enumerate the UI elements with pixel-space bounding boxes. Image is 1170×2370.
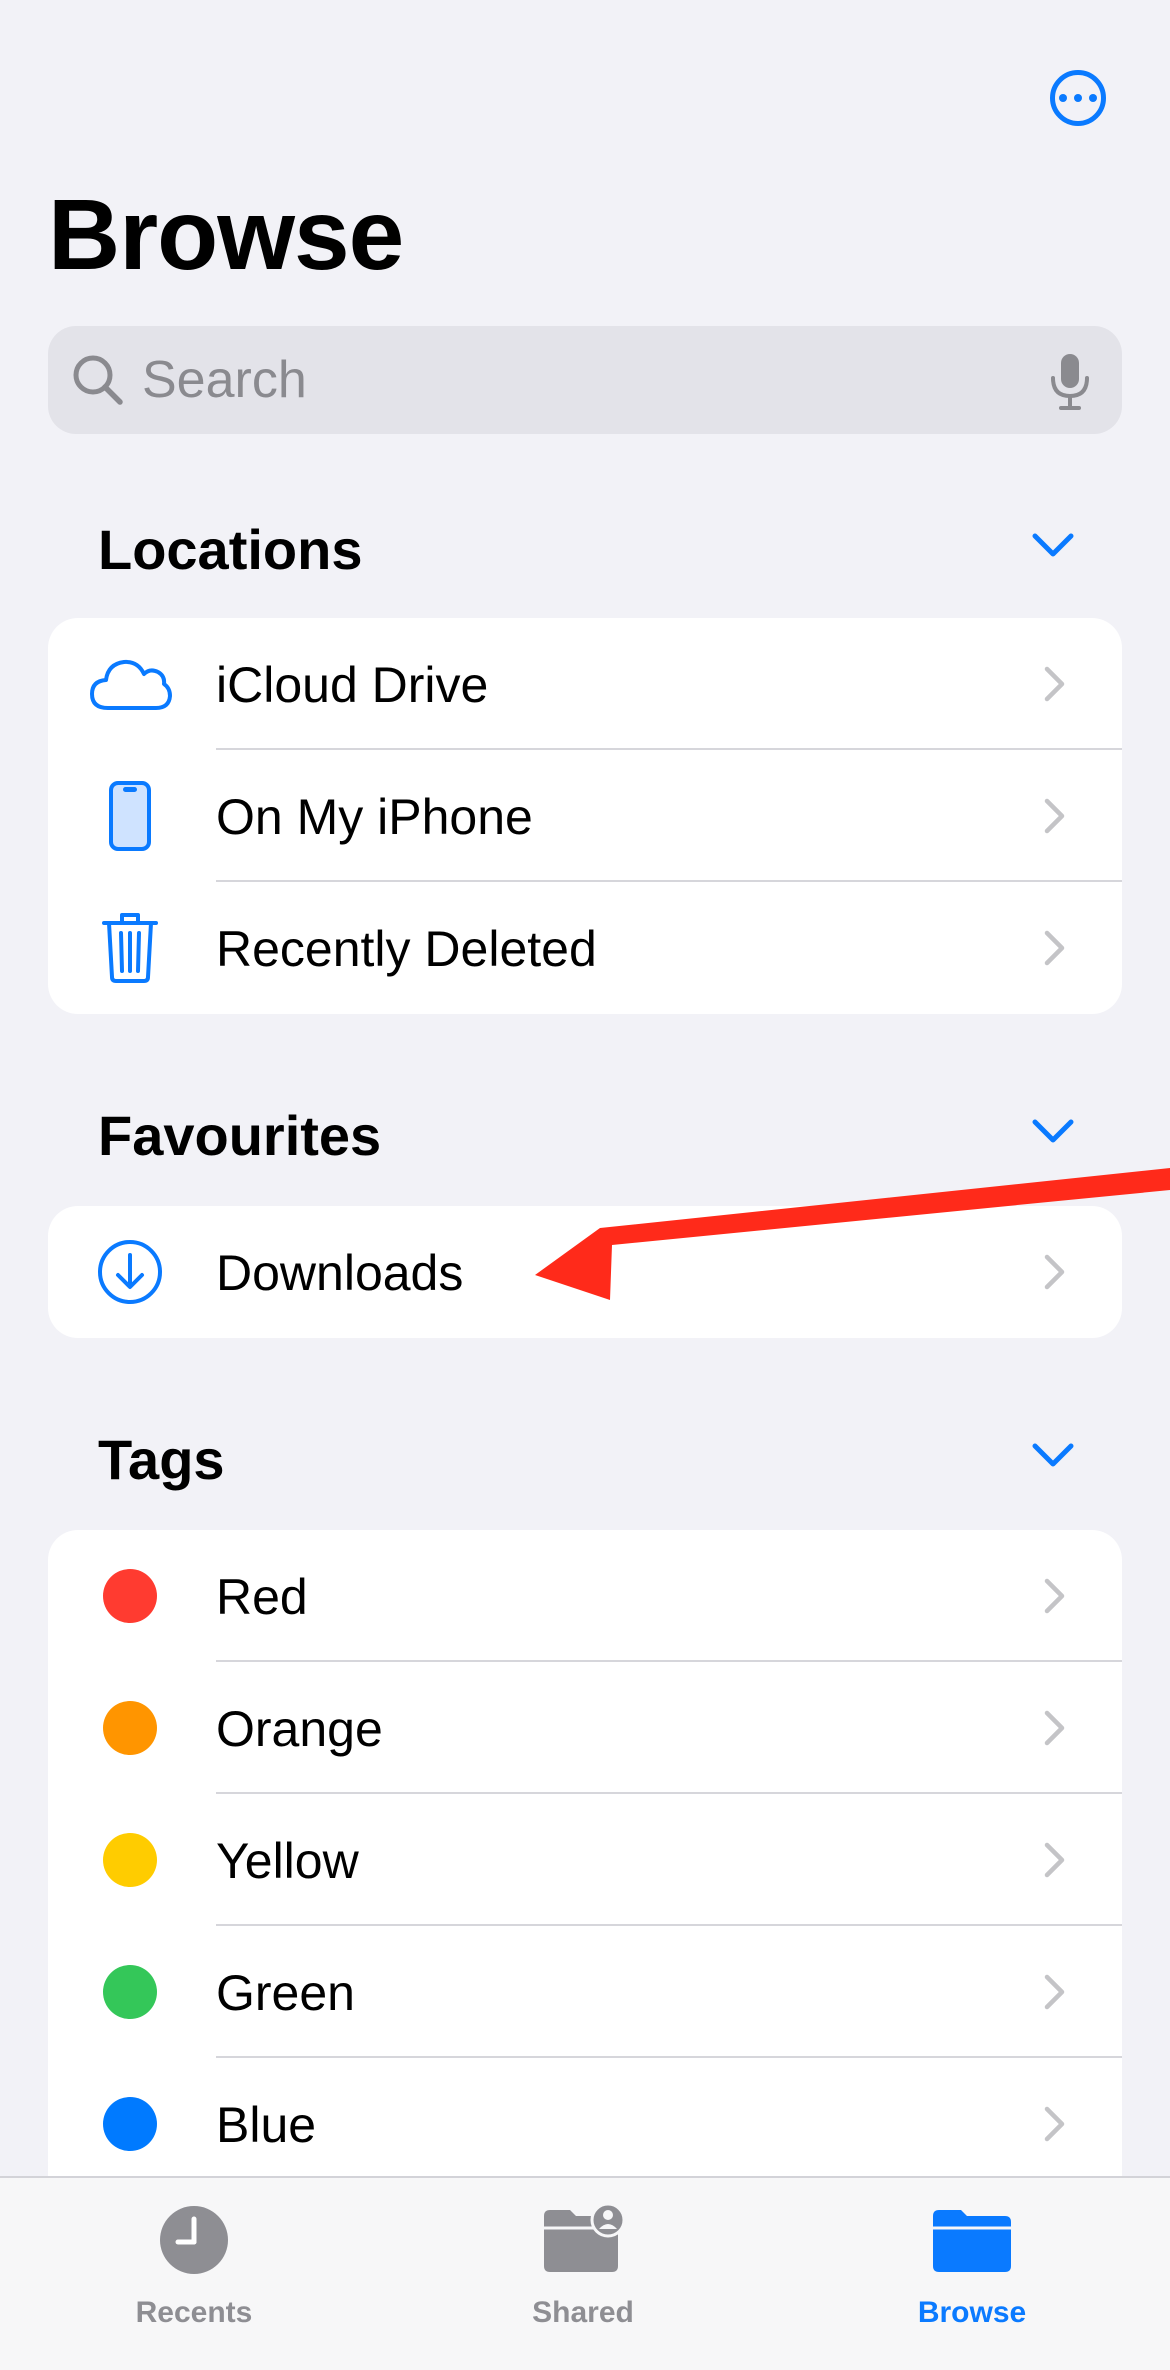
tag-dot-orange xyxy=(103,1701,157,1755)
tag-dot-yellow xyxy=(103,1833,157,1887)
locations-header[interactable]: Locations xyxy=(48,512,1122,592)
ellipsis-dot xyxy=(1074,94,1082,102)
trash-icon xyxy=(88,908,172,988)
tags-header[interactable]: Tags xyxy=(48,1422,1122,1502)
tag-dot-red xyxy=(103,1569,157,1623)
tab-label: Browse xyxy=(917,2296,1027,2329)
search-icon xyxy=(73,355,123,405)
ellipsis-dot xyxy=(1059,94,1067,102)
folder-icon xyxy=(933,2210,1011,2272)
favourites-list: Downloads xyxy=(48,1206,1122,1338)
tag-label: Blue xyxy=(216,2097,317,2153)
shared-folder-icon xyxy=(544,2204,624,2272)
chevron-right-icon xyxy=(1044,2106,1065,2142)
search-input[interactable] xyxy=(142,326,1022,434)
cloud-icon xyxy=(88,644,172,724)
tab-shared[interactable]: Shared xyxy=(433,2194,733,2344)
tag-dot-green xyxy=(103,1965,157,2019)
section-title-locations: Locations xyxy=(98,518,363,581)
tag-label: Yellow xyxy=(216,1833,359,1889)
microphone-icon[interactable] xyxy=(1048,352,1092,412)
chevron-down-icon[interactable] xyxy=(1028,1436,1078,1476)
chevron-right-icon xyxy=(1044,1254,1065,1290)
tag-label: Red xyxy=(216,1569,308,1625)
download-icon xyxy=(88,1232,172,1312)
tag-label: Orange xyxy=(216,1701,383,1757)
location-item-icloud-drive[interactable]: iCloud Drive xyxy=(48,618,1122,750)
chevron-right-icon xyxy=(1044,1842,1065,1878)
tab-recents[interactable]: Recents xyxy=(44,2194,344,2344)
more-options-button[interactable] xyxy=(1050,70,1106,126)
tag-color-dot-icon xyxy=(88,1820,172,1900)
locations-list: iCloud Drive On My iPhone Recently Delet… xyxy=(48,618,1122,1014)
chevron-right-icon xyxy=(1044,666,1065,702)
tab-label: Recents xyxy=(135,2296,253,2329)
chevron-down-icon[interactable] xyxy=(1028,1112,1078,1152)
tag-dot-blue xyxy=(103,2097,157,2151)
tag-item-orange[interactable]: Orange xyxy=(48,1662,1122,1794)
favourite-item-downloads[interactable]: Downloads xyxy=(48,1206,1122,1338)
tag-item-red[interactable]: Red xyxy=(48,1530,1122,1662)
tag-color-dot-icon xyxy=(88,1688,172,1768)
chevron-right-icon xyxy=(1044,1578,1065,1614)
tag-color-dot-icon xyxy=(88,1556,172,1636)
location-label: Recently Deleted xyxy=(216,921,597,977)
tag-item-blue[interactable]: Blue xyxy=(48,2058,1122,2190)
tag-item-yellow[interactable]: Yellow xyxy=(48,1794,1122,1926)
favourites-header[interactable]: Favourites xyxy=(48,1098,1122,1178)
clock-icon xyxy=(160,2206,228,2274)
section-title-tags: Tags xyxy=(98,1428,225,1491)
chevron-right-icon xyxy=(1044,1710,1065,1746)
chevron-right-icon xyxy=(1044,798,1065,834)
location-item-recently-deleted[interactable]: Recently Deleted xyxy=(48,882,1122,1014)
page-title: Browse xyxy=(48,179,404,291)
tab-browse[interactable]: Browse xyxy=(822,2194,1122,2344)
location-label: On My iPhone xyxy=(216,789,533,845)
location-label: iCloud Drive xyxy=(216,657,489,713)
search-bar[interactable] xyxy=(48,326,1122,434)
ellipsis-dot xyxy=(1089,94,1097,102)
tab-label: Shared xyxy=(532,2296,634,2329)
iphone-icon xyxy=(88,776,172,856)
tags-list: Red Orange Yellow Green Blue xyxy=(48,1530,1122,2210)
chevron-down-icon[interactable] xyxy=(1028,526,1078,566)
location-item-on-my-iphone[interactable]: On My iPhone xyxy=(48,750,1122,882)
tag-color-dot-icon xyxy=(88,2084,172,2164)
section-title-favourites: Favourites xyxy=(98,1104,382,1167)
tab-bar: Recents Shared Browse xyxy=(0,2176,1170,2370)
chevron-right-icon xyxy=(1044,1974,1065,2010)
favourite-label: Downloads xyxy=(216,1245,464,1301)
tag-label: Green xyxy=(216,1965,355,2021)
tag-item-green[interactable]: Green xyxy=(48,1926,1122,2058)
tag-color-dot-icon xyxy=(88,1952,172,2032)
chevron-right-icon xyxy=(1044,930,1065,966)
